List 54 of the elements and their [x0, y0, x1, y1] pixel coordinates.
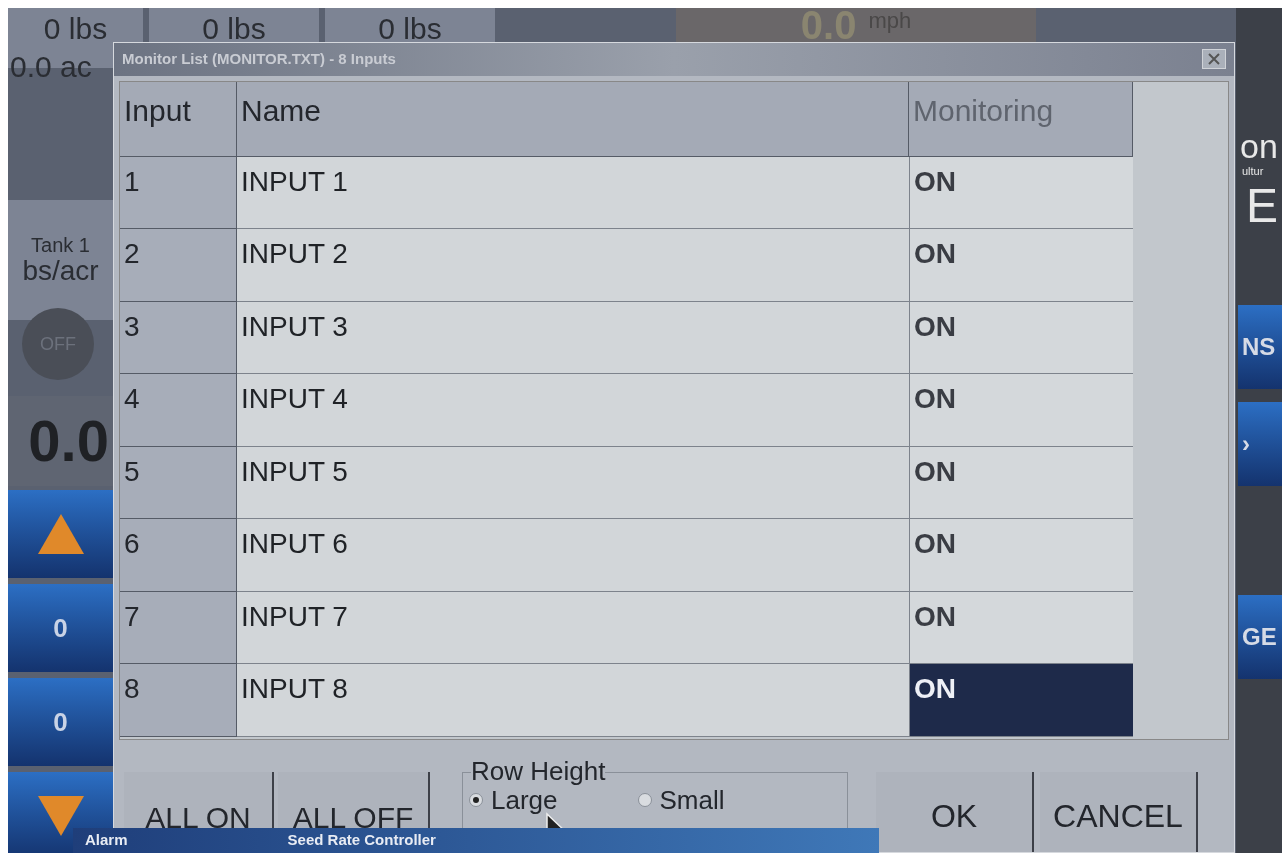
input-cell: 4	[120, 374, 237, 447]
name-cell: INPUT 1	[237, 156, 909, 230]
name-cell: INPUT 5	[237, 446, 909, 520]
input-cell: 3	[120, 301, 237, 375]
value-button[interactable]: 0	[8, 678, 113, 766]
input-cell: 6	[120, 519, 237, 592]
name-cell: INPUT 4	[237, 374, 909, 447]
radio-option[interactable]: Large	[469, 785, 558, 815]
triangle-up-icon	[35, 512, 86, 556]
radio-button[interactable]	[637, 793, 652, 807]
rate-value: 0.0	[28, 412, 109, 470]
input-cell: 2	[120, 229, 237, 302]
monitoring-cell[interactable]: ON	[909, 519, 1133, 592]
name-cell: INPUT 2	[237, 229, 909, 302]
total-value: 0 lbs	[43, 12, 108, 46]
column-header: Input	[120, 81, 237, 157]
logo-letter: E	[1246, 180, 1278, 232]
name-cell: INPUT 3	[237, 301, 909, 375]
logo-text: on	[1240, 128, 1278, 164]
side-button[interactable]: NS	[1238, 305, 1282, 389]
side-button[interactable]: ›	[1238, 402, 1282, 486]
input-cell: 8	[120, 664, 237, 737]
name-cell: INPUT 8	[237, 664, 909, 737]
up-button[interactable]	[8, 490, 113, 578]
radio-button[interactable]	[469, 793, 483, 807]
side-button[interactable]: GE	[1238, 595, 1282, 679]
monitoring-cell[interactable]: ON	[909, 374, 1133, 447]
name-cell: INPUT 7	[237, 591, 909, 665]
close-button[interactable]	[1202, 49, 1226, 70]
monitoring-cell[interactable]: ON	[909, 664, 1133, 737]
dialog-button[interactable]: OK	[876, 772, 1034, 852]
window-title: Monitor List (MONITOR.TXT) - 8 Inputs	[122, 49, 396, 70]
logo-subtext: ultur	[1242, 164, 1264, 179]
monitoring-cell[interactable]: ON	[909, 301, 1133, 375]
monitoring-cell[interactable]: ON	[909, 446, 1133, 520]
total-value: 0 lbs	[202, 12, 266, 46]
area-value: 0.0 ac	[10, 50, 92, 84]
input-cell: 7	[120, 591, 237, 665]
triangle-down-icon	[35, 794, 86, 838]
name-cell: INPUT 6	[237, 519, 909, 592]
total-value: 0 lbs	[378, 12, 442, 46]
close-icon	[1208, 53, 1220, 66]
rate-unit: bs/acr	[22, 256, 99, 286]
input-cell: 1	[120, 156, 237, 230]
monitoring-cell[interactable]: ON	[909, 229, 1133, 302]
monitoring-cell[interactable]: ON	[909, 591, 1133, 665]
input-cell: 5	[120, 446, 237, 520]
dialog-button[interactable]: CANCEL	[1040, 772, 1198, 852]
monitoring-cell[interactable]: ON	[909, 156, 1133, 230]
column-header: Monitoring	[909, 81, 1133, 157]
radio-option[interactable]: Small	[637, 785, 725, 815]
value-button[interactable]: 0	[8, 584, 113, 672]
tank-label: Tank 1	[31, 234, 90, 256]
column-header: Name	[237, 81, 909, 157]
